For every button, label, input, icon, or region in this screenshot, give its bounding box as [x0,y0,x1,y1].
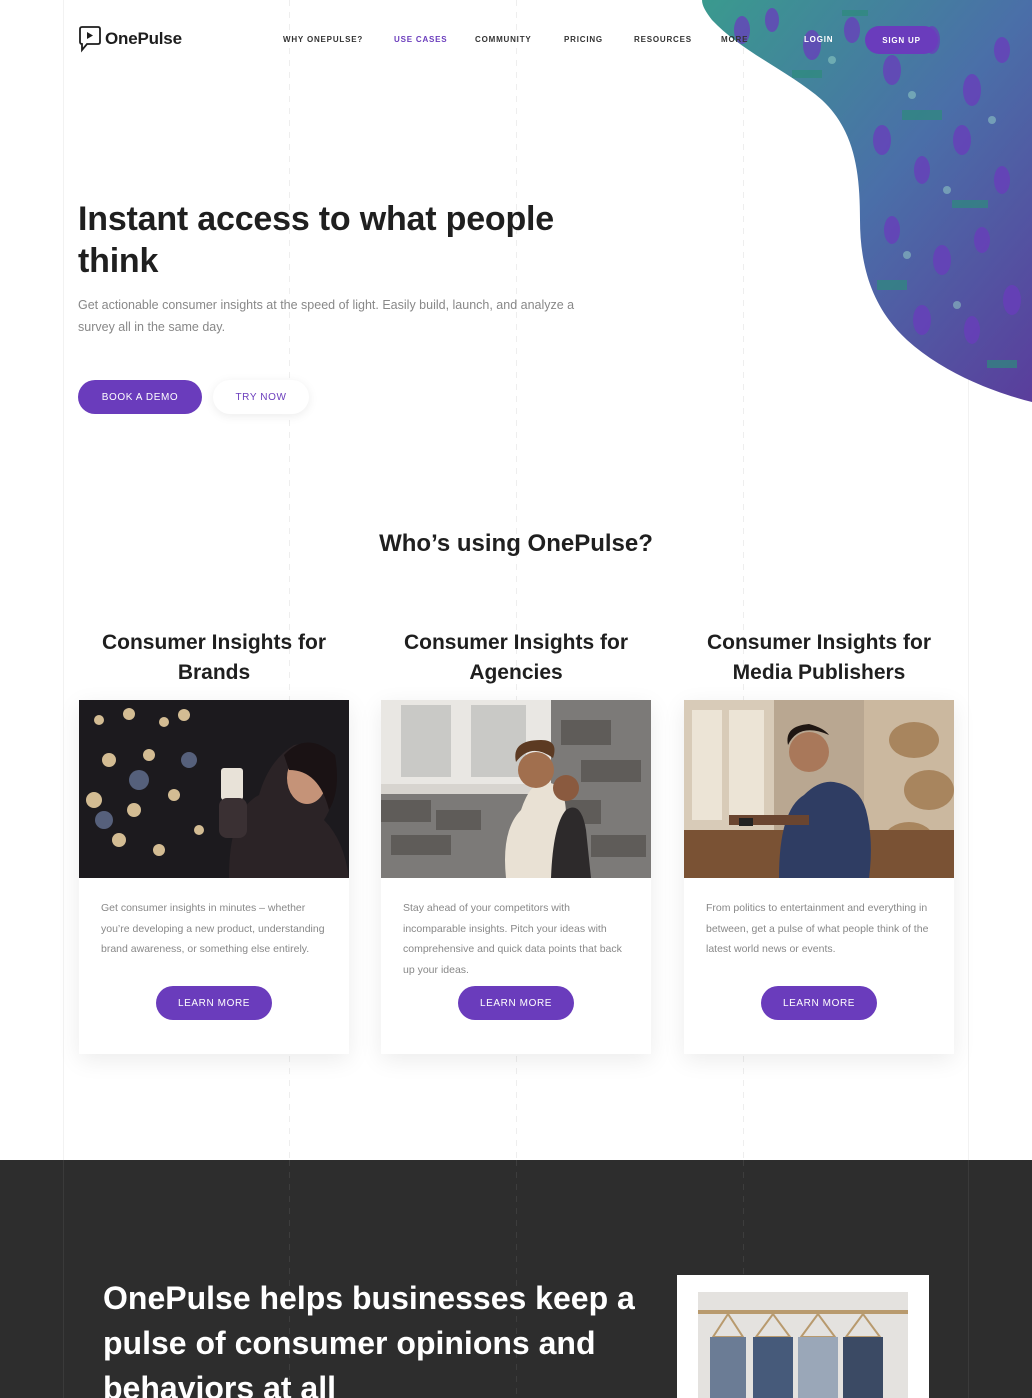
card-description: Stay ahead of your competitors with inco… [403,902,622,976]
nav-pricing[interactable]: PRICING [564,35,603,44]
nav-use-cases[interactable]: USE CASES [394,35,447,44]
card-image-agencies [381,700,651,878]
use-case-agencies: Consumer Insights for Agencies Stay ahea… [381,628,651,1054]
card-image-brands [79,700,349,878]
speech-bubble-play-icon [79,26,101,53]
card-description: Get consumer insights in minutes – wheth… [101,902,325,955]
site-header: OnePulse WHY ONEPULSE? USE CASES COMMUNI… [0,0,1032,80]
try-now-button[interactable]: TRY NOW [213,380,309,414]
nav-more[interactable]: MORE [721,35,748,44]
nav-why-onepulse[interactable]: WHY ONEPULSE? [283,35,363,44]
card-image-media [684,700,954,878]
nav-community[interactable]: COMMUNITY [475,35,532,44]
business-title: OnePulse helps businesses keep a pulse o… [103,1280,635,1398]
card-description: From politics to entertainment and every… [706,902,929,955]
logo-text: OnePulse [105,29,182,48]
learn-more-button[interactable]: LEARN MORE [458,986,574,1020]
card-heading: Consumer Insights for Media Publishers [706,631,932,684]
book-demo-button[interactable]: BOOK A DEMO [78,380,202,414]
learn-more-button[interactable]: LEARN MORE [156,986,272,1020]
learn-more-button[interactable]: LEARN MORE [761,986,877,1020]
card: Get consumer insights in minutes – wheth… [79,700,349,1054]
login-link[interactable]: LOGIN [804,35,833,44]
hero-subtitle: Get actionable consumer insights at the … [78,298,575,334]
nav-resources[interactable]: RESOURCES [634,35,692,44]
card: From politics to entertainment and every… [684,700,954,1054]
use-case-media: Consumer Insights for Media Publishers F… [684,628,954,1054]
business-image-clothes-rack [698,1292,908,1398]
hero-title: Instant access to what people think [78,200,554,280]
use-case-brands: Consumer Insights for Brands Get consume… [79,628,349,1054]
card-heading: Consumer Insights for Agencies [403,631,629,684]
signup-button[interactable]: SIGN UP [865,26,938,54]
guide-line [63,1160,64,1398]
card-heading: Consumer Insights for Brands [101,631,327,684]
guide-line [63,0,64,1160]
section-title-who: Who’s using OnePulse? [379,530,653,557]
guide-line [968,1160,969,1398]
card: Stay ahead of your competitors with inco… [381,700,651,1054]
logo[interactable]: OnePulse [78,25,182,53]
business-image-frame [677,1275,929,1398]
